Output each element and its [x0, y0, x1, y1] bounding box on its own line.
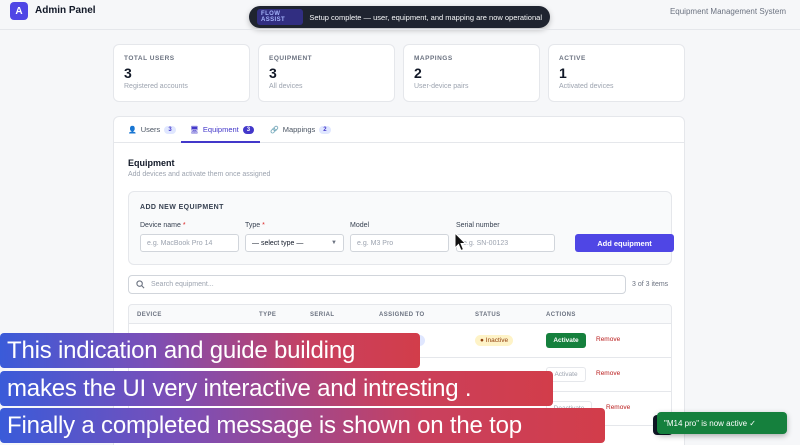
table-header: DEVICE TYPE SERIAL ASSIGNED TO STATUS AC…: [128, 304, 672, 324]
serial-input[interactable]: e.g. SN-00123: [456, 234, 555, 252]
section-subtitle: Add devices and activate them once assig…: [128, 171, 271, 178]
stat-card-active: ACTIVE 1 Activated devices: [548, 44, 685, 102]
tab-count-badge: 3: [164, 125, 176, 134]
device-name-label: Device name *: [140, 222, 186, 229]
mouse-cursor-icon: [454, 232, 466, 252]
stat-label: EQUIPMENT: [269, 55, 313, 62]
stat-label: ACTIVE: [559, 55, 586, 62]
search-input[interactable]: Search equipment...: [128, 275, 626, 294]
app-title: Admin Panel: [35, 5, 96, 16]
app-logo: A: [10, 2, 28, 20]
remove-button[interactable]: Remove: [596, 370, 620, 377]
success-toast-message: "M14 pro" is now active ✓: [664, 418, 756, 428]
model-input[interactable]: e.g. M3 Pro: [350, 234, 449, 252]
tab-users[interactable]: 👤 Users 3: [128, 125, 176, 134]
status-badge: ● Inactive: [475, 335, 514, 346]
col-status: STATUS: [475, 312, 501, 318]
user-icon: 👤: [128, 126, 137, 134]
flow-assist-message: Setup complete — user, equipment, and ma…: [309, 12, 542, 22]
link-icon: 🔗: [270, 126, 279, 134]
caption-line-3: Finally a completed message is shown on …: [0, 408, 605, 443]
stat-value: 1: [559, 65, 567, 81]
activate-button[interactable]: Activate: [546, 333, 586, 348]
col-assigned: ASSIGNED TO: [379, 312, 425, 318]
type-label: Type *: [245, 222, 265, 229]
tab-label: Users: [140, 125, 161, 134]
remove-button[interactable]: Remove: [606, 404, 630, 411]
search-icon: [136, 280, 145, 289]
stat-value: 2: [414, 65, 422, 81]
tab-mappings[interactable]: 🔗 Mappings 2: [270, 125, 331, 134]
success-toast: "M14 pro" is now active ✓: [657, 412, 787, 434]
search-placeholder: Search equipment...: [151, 281, 214, 288]
tab-label: Mappings: [282, 125, 316, 134]
active-tab-indicator: [181, 141, 260, 143]
stat-card-equipment: EQUIPMENT 3 All devices: [258, 44, 395, 102]
tab-count-badge: 2: [319, 125, 331, 134]
model-label: Model: [350, 222, 370, 229]
col-serial: SERIAL: [310, 312, 335, 318]
tab-label: Equipment: [202, 125, 239, 134]
stat-value: 3: [269, 65, 277, 81]
stat-label: MAPPINGS: [414, 55, 453, 62]
add-equipment-form: ADD NEW EQUIPMENT Device name * e.g. Mac…: [128, 191, 674, 265]
serial-label: Serial number: [456, 222, 500, 229]
col-device: DEVICE: [137, 312, 162, 318]
monitor-icon: 🖥: [190, 126, 199, 134]
flow-assist-toast: FLOW ASSIST Setup complete — user, equip…: [249, 6, 550, 28]
type-select[interactable]: — select type — ▼: [245, 234, 344, 252]
add-equipment-button[interactable]: Add equipment: [575, 234, 674, 252]
tab-bar: 👤 Users 3 🖥 Equipment 3 🔗 Mappings 2: [114, 117, 684, 143]
form-header: ADD NEW EQUIPMENT: [140, 204, 224, 211]
col-actions: ACTIONS: [546, 312, 576, 318]
col-type: TYPE: [259, 312, 277, 318]
section-title: Equipment: [128, 158, 175, 168]
stat-card-mappings: MAPPINGS 2 User-device pairs: [403, 44, 540, 102]
stat-value: 3: [124, 65, 132, 81]
flow-assist-tag: FLOW ASSIST: [257, 9, 304, 25]
stat-sub: Activated devices: [559, 83, 614, 90]
stat-card-total-users: TOTAL USERS 3 Registered accounts: [113, 44, 250, 102]
tab-count-badge: 3: [242, 125, 255, 134]
stat-sub: User-device pairs: [414, 83, 469, 90]
system-title: Equipment Management System: [669, 7, 786, 16]
items-count: 3 of 3 items: [632, 281, 669, 288]
remove-button[interactable]: Remove: [596, 336, 620, 343]
chevron-down-icon: ▼: [331, 240, 337, 246]
tab-equipment[interactable]: 🖥 Equipment 3: [190, 125, 255, 134]
device-name-input[interactable]: e.g. MacBook Pro 14: [140, 234, 239, 252]
stat-sub: Registered accounts: [124, 83, 188, 90]
caption-line-2: makes the UI very interactive and intres…: [0, 371, 553, 406]
caption-line-1: This indication and guide building: [0, 333, 420, 368]
header-divider: [0, 29, 800, 30]
stat-label: TOTAL USERS: [124, 55, 175, 62]
stat-sub: All devices: [269, 83, 303, 90]
